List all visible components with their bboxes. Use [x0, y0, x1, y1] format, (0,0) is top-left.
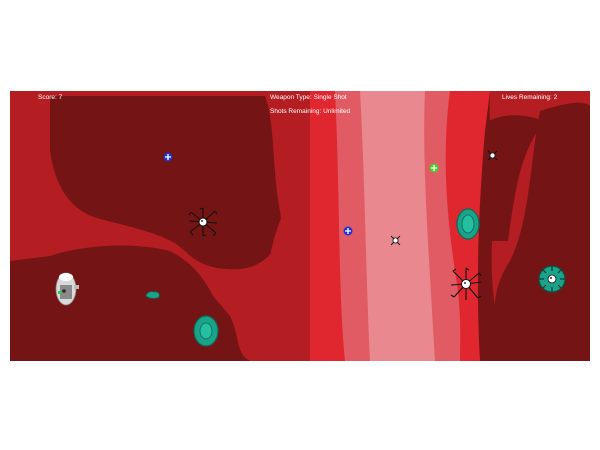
- lives-remaining-label: Lives Remaining: 2: [502, 94, 558, 101]
- blue-plus-powerup-icon: [343, 226, 353, 236]
- small-bacterium-enemy-icon: [487, 150, 498, 161]
- game-viewport[interactable]: Score: 7 Weapon Type: Single Shot Shots …: [10, 91, 590, 361]
- weapon-type-label: Weapon Type: Single Shot: [270, 94, 347, 101]
- score-label: Score: 7: [38, 94, 63, 101]
- teal-spiked-virus-enemy-icon: [538, 265, 566, 293]
- black-virus-enemy-icon: [450, 267, 482, 300]
- teal-cell-obstacle-icon: [145, 291, 160, 299]
- shots-remaining-label: Shots Remaining: Unlimited: [270, 108, 351, 115]
- player-ship-icon: [55, 272, 79, 306]
- blue-plus-powerup-icon: [163, 152, 173, 162]
- blood-vessel-background: [10, 91, 590, 361]
- teal-cell-obstacle-icon: [456, 208, 480, 240]
- teal-cell-obstacle-icon: [193, 315, 219, 347]
- small-bacterium-enemy-icon: [390, 235, 401, 246]
- green-plus-powerup-icon: [429, 163, 439, 173]
- black-virus-enemy-icon: [188, 207, 218, 237]
